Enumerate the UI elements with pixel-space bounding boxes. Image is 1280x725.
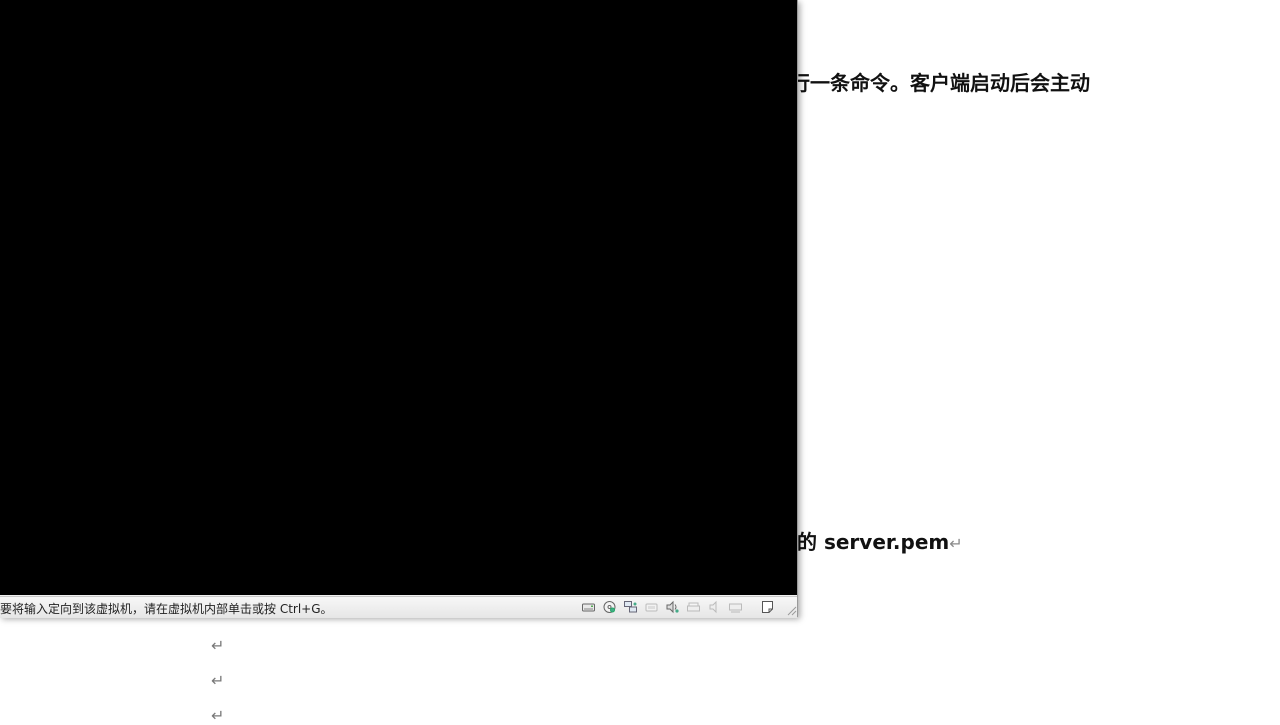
document-text-line: 的 server.pem↵	[797, 526, 963, 555]
document-text: 的 server.pem	[797, 530, 950, 554]
window-border	[797, 0, 798, 617]
network-adapter-icon[interactable]	[623, 600, 638, 614]
paragraph-mark: ↵	[211, 706, 225, 725]
usb-icon[interactable]	[644, 600, 659, 614]
printer-icon[interactable]	[686, 600, 701, 614]
document-text-line: 行一条命令。客户端启动后会主动	[790, 67, 1090, 96]
vm-console-screen[interactable]	[0, 0, 797, 595]
document-text: 行一条命令。客户端启动后会主动	[790, 71, 1090, 95]
message-icon[interactable]	[760, 600, 775, 614]
display-icon[interactable]	[728, 600, 743, 614]
speaker-icon[interactable]	[707, 600, 722, 614]
paragraph-mark: ↵	[211, 636, 225, 655]
paragraph-mark: ↵	[949, 534, 963, 553]
status-bar: 要将输入定向到该虚拟机，请在虚拟机内部单击或按 Ctrl+G。	[0, 596, 797, 618]
paragraph-mark: ↵	[211, 671, 225, 690]
vm-window[interactable]: 要将输入定向到该虚拟机，请在虚拟机内部单击或按 Ctrl+G。	[0, 0, 798, 618]
cd-dvd-icon[interactable]	[602, 600, 617, 614]
status-message: 要将输入定向到该虚拟机，请在虚拟机内部单击或按 Ctrl+G。	[0, 602, 333, 616]
sound-card-icon[interactable]	[665, 600, 680, 614]
hard-disk-icon[interactable]	[581, 600, 596, 614]
resize-grip-icon[interactable]	[785, 601, 797, 620]
